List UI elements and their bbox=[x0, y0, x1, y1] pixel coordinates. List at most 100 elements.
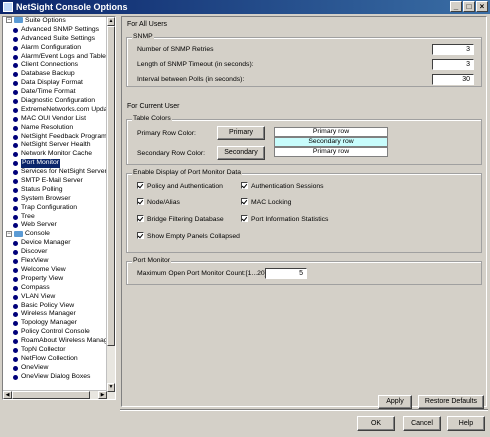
bullet-icon bbox=[13, 107, 18, 113]
tree-item[interactable]: Services for NetSight Server bbox=[3, 168, 107, 177]
tree-item[interactable]: Wireless Manager bbox=[3, 310, 107, 319]
checkbox-checked-icon[interactable] bbox=[137, 214, 144, 222]
tree-item[interactable]: VLAN View bbox=[3, 293, 107, 302]
tree-item-label: Status Polling bbox=[21, 185, 63, 193]
tree-group[interactable]: − Suite Options bbox=[3, 17, 107, 26]
tree-item[interactable]: Alarm Configuration bbox=[3, 44, 107, 53]
bullet-icon bbox=[13, 36, 18, 42]
tree-item[interactable]: System Browser bbox=[3, 195, 107, 204]
tree-item[interactable]: Discover bbox=[3, 248, 107, 257]
checkbox-checked-icon[interactable] bbox=[137, 181, 144, 189]
tree-item-label: Advanced SNMP Settings bbox=[21, 25, 100, 33]
bullet-icon bbox=[13, 276, 18, 282]
checkbox-checked-icon[interactable] bbox=[137, 197, 144, 205]
poll-interval-input[interactable]: 30 bbox=[432, 74, 474, 85]
secondary-color-button[interactable]: Secondary bbox=[217, 146, 265, 160]
bullet-icon bbox=[13, 294, 18, 300]
checkbox-checked-icon[interactable] bbox=[137, 231, 144, 239]
tree-item[interactable]: OneView bbox=[3, 364, 107, 373]
tree-item[interactable]: NetSight Server Health bbox=[3, 141, 107, 150]
scroll-thumb[interactable] bbox=[107, 26, 115, 346]
tree-item[interactable]: Port Monitor bbox=[3, 158, 107, 170]
tree-item[interactable]: Topology Manager bbox=[3, 319, 107, 328]
tree-item[interactable]: Name Resolution bbox=[3, 124, 107, 133]
tree-item[interactable]: SMTP E-Mail Server bbox=[3, 177, 107, 186]
tree-item[interactable]: Advanced Suite Settings bbox=[3, 35, 107, 44]
snmp-timeout-input[interactable]: 3 bbox=[432, 59, 474, 70]
snmp-group: SNMP Number of SNMP Retries 3 Length of … bbox=[126, 33, 482, 87]
tree-item[interactable]: Trap Configuration bbox=[3, 204, 107, 213]
bullet-icon bbox=[13, 339, 18, 345]
tree-item[interactable]: MAC OUI Vendor List bbox=[3, 115, 107, 124]
tree-horizontal-scrollbar[interactable]: ◀ ▶ bbox=[3, 390, 107, 399]
option-policy-authentication[interactable]: Policy and Authentication bbox=[137, 181, 223, 192]
checkbox-checked-icon[interactable] bbox=[241, 197, 248, 205]
close-button[interactable]: × bbox=[476, 1, 488, 12]
tree-item[interactable]: Web Server bbox=[3, 221, 107, 230]
snmp-retries-input[interactable]: 3 bbox=[432, 44, 474, 55]
tree-item[interactable]: Device Manager bbox=[3, 239, 107, 248]
tree-vertical-scrollbar[interactable]: ▲ ▼ bbox=[106, 17, 115, 399]
tree-item[interactable]: Data Display Format bbox=[3, 79, 107, 88]
cancel-button[interactable]: Cancel bbox=[403, 416, 441, 431]
bullet-icon bbox=[13, 303, 18, 309]
bottom-divider bbox=[120, 409, 488, 411]
tree-item[interactable]: Compass bbox=[3, 284, 107, 293]
hscroll-thumb[interactable] bbox=[12, 391, 90, 399]
tree-item[interactable]: NetSight Feedback Program bbox=[3, 133, 107, 142]
primary-color-button[interactable]: Primary bbox=[217, 126, 265, 140]
tree-item[interactable]: Client Connections bbox=[3, 61, 107, 70]
bullet-icon bbox=[13, 72, 18, 78]
maximize-button[interactable]: □ bbox=[463, 1, 475, 12]
options-tree[interactable]: − Suite Options Advanced SNMP Settings Adva… bbox=[2, 16, 116, 400]
option-show-empty-panels-collapsed[interactable]: Show Empty Panels Collapsed bbox=[137, 231, 240, 242]
tree-item-label: OneView Dialog Boxes bbox=[21, 372, 91, 380]
tree-item[interactable]: Status Polling bbox=[3, 186, 107, 195]
tree-item[interactable]: Network Monitor Cache bbox=[3, 150, 107, 159]
checkbox-checked-icon[interactable] bbox=[241, 181, 248, 189]
bullet-icon bbox=[13, 330, 18, 336]
tree-item[interactable]: Policy Control Console bbox=[3, 328, 107, 337]
restore-defaults-button[interactable]: Restore Defaults bbox=[418, 395, 484, 409]
tree-item[interactable]: Basic Policy View bbox=[3, 302, 107, 311]
tree-item[interactable]: OneView Dialog Boxes bbox=[3, 373, 107, 382]
apply-button[interactable]: Apply bbox=[378, 395, 412, 409]
scroll-right-arrow[interactable]: ▶ bbox=[98, 391, 107, 399]
tree-item[interactable]: Date/Time Format bbox=[3, 88, 107, 97]
tree-item-label: Trap Configuration bbox=[21, 203, 78, 211]
tree-item[interactable]: Tree bbox=[3, 213, 107, 222]
tree-item[interactable]: FlexView bbox=[3, 257, 107, 266]
help-button[interactable]: Help bbox=[447, 416, 485, 431]
tree-item-label: NetFlow Collection bbox=[21, 354, 78, 362]
collapse-icon[interactable]: − bbox=[6, 17, 12, 24]
scroll-up-arrow[interactable]: ▲ bbox=[107, 17, 115, 26]
tree-item[interactable]: ExtremeNetworks.com Update bbox=[3, 106, 113, 115]
tree-item[interactable]: Diagnostic Configuration bbox=[3, 97, 107, 106]
tree-item[interactable]: Property View bbox=[3, 275, 107, 284]
option-authentication-sessions[interactable]: Authentication Sessions bbox=[241, 181, 324, 192]
tree-item[interactable]: Advanced SNMP Settings bbox=[3, 26, 107, 35]
option-node-alias[interactable]: Node/Alias bbox=[137, 197, 180, 208]
tree-item[interactable]: TopN Collector bbox=[3, 346, 107, 355]
tree-item[interactable]: Welcome View bbox=[3, 266, 107, 275]
all-users-heading: For All Users bbox=[127, 21, 168, 28]
preview-secondary-row: Secondary row bbox=[274, 137, 388, 147]
tree-item[interactable]: RoamAbout Wireless Manager bbox=[3, 337, 114, 346]
minimize-button[interactable]: _ bbox=[450, 1, 462, 12]
tree-item[interactable]: NetFlow Collection bbox=[3, 355, 107, 364]
option-port-information-statistics[interactable]: Port Information Statistics bbox=[241, 214, 328, 225]
tree-item[interactable]: Alarm/Event Logs and Tables bbox=[3, 53, 109, 62]
option-bridge-filtering-database[interactable]: Bridge Filtering Database bbox=[137, 214, 224, 225]
ok-button[interactable]: OK bbox=[357, 416, 395, 431]
scroll-left-arrow[interactable]: ◀ bbox=[3, 391, 12, 399]
port-monitor-title: Port Monitor bbox=[132, 257, 172, 264]
checkbox-checked-icon[interactable] bbox=[241, 214, 248, 222]
tree-group[interactable]: − Console bbox=[3, 230, 107, 239]
tree-item-label: NetSight Server Health bbox=[21, 141, 91, 149]
tree-item[interactable]: Database Backup bbox=[3, 70, 107, 79]
max-port-monitor-input[interactable]: 5 bbox=[265, 268, 307, 279]
collapse-icon[interactable]: − bbox=[6, 230, 12, 237]
bullet-icon bbox=[13, 365, 18, 371]
scroll-down-arrow[interactable]: ▼ bbox=[107, 383, 115, 392]
option-mac-locking[interactable]: MAC Locking bbox=[241, 197, 291, 208]
